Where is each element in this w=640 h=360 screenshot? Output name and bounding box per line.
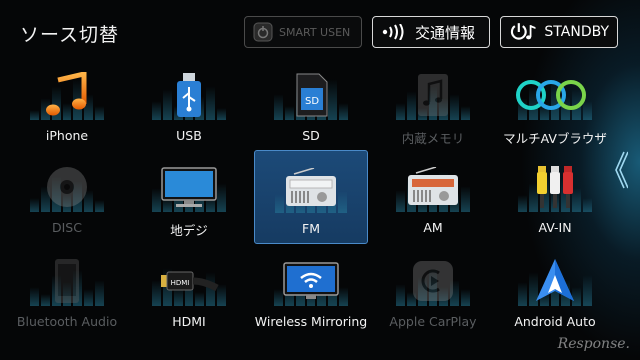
page-title: ソース切替 bbox=[20, 24, 120, 46]
source-label: Apple CarPlay bbox=[389, 314, 477, 329]
fm-radio-icon bbox=[271, 159, 351, 217]
source-internal-memory[interactable]: 内蔵メモリ bbox=[376, 62, 490, 152]
source-label: Android Auto bbox=[514, 314, 596, 329]
source-bluetooth-audio[interactable]: Bluetooth Audio bbox=[10, 248, 124, 338]
standby-button[interactable]: STANDBY bbox=[500, 16, 618, 48]
source-label: Bluetooth Audio bbox=[16, 314, 118, 329]
source-label: マルチAVブラウザ bbox=[503, 131, 607, 146]
source-av-in[interactable]: AV-IN bbox=[498, 154, 612, 244]
android-auto-icon bbox=[515, 252, 595, 310]
source-label: AM bbox=[423, 220, 443, 235]
standby-label: STANDBY bbox=[544, 24, 609, 40]
source-disc[interactable]: DISC bbox=[10, 154, 124, 244]
wireless-mirroring-icon bbox=[271, 252, 351, 310]
rca-cable-icon bbox=[515, 158, 595, 216]
source-am[interactable]: AM bbox=[376, 154, 490, 244]
tv-icon bbox=[149, 158, 229, 216]
smart-usen-icon bbox=[253, 22, 273, 42]
source-grid: iPhone USB SD SD 内蔵メモリ マルチAVブラウザ DISC 地デ… bbox=[10, 62, 610, 354]
signal-waves-icon bbox=[382, 24, 404, 40]
sd-card-icon: SD bbox=[271, 66, 351, 124]
watermark-logo: Response. bbox=[557, 336, 630, 352]
source-multi-av-browser[interactable]: マルチAVブラウザ bbox=[498, 62, 612, 152]
music-note-icon bbox=[27, 66, 107, 124]
usb-drive-icon bbox=[149, 66, 229, 124]
source-android-auto[interactable]: Android Auto bbox=[498, 248, 612, 338]
source-sd[interactable]: SD SD bbox=[254, 62, 368, 152]
source-label: SD bbox=[302, 128, 320, 143]
smart-usen-button[interactable]: SMART USEN bbox=[244, 16, 362, 48]
internal-memory-icon bbox=[393, 66, 473, 124]
source-label: USB bbox=[176, 128, 202, 143]
source-label: iPhone bbox=[45, 128, 89, 143]
traffic-info-button[interactable]: 交通情報 bbox=[372, 16, 490, 48]
source-label: 地デジ bbox=[170, 223, 208, 238]
source-hdmi[interactable]: HDMI HDMI bbox=[132, 248, 246, 338]
source-usb[interactable]: USB bbox=[132, 62, 246, 152]
svg-text:HDMI: HDMI bbox=[171, 279, 190, 287]
source-iphone[interactable]: iPhone bbox=[10, 62, 124, 152]
source-label: 内蔵メモリ bbox=[401, 131, 465, 146]
svg-text:SD: SD bbox=[305, 96, 319, 107]
multi-av-browser-icon bbox=[515, 66, 595, 124]
source-terrestrial-digital-tv[interactable]: 地デジ bbox=[132, 154, 246, 244]
carplay-icon bbox=[393, 252, 473, 310]
am-radio-icon bbox=[393, 158, 473, 216]
source-wireless-mirroring[interactable]: Wireless Mirroring bbox=[254, 248, 368, 338]
source-label: Wireless Mirroring bbox=[254, 314, 368, 329]
source-label: HDMI bbox=[172, 314, 206, 329]
bluetooth-phone-icon bbox=[27, 252, 107, 310]
source-apple-carplay[interactable]: Apple CarPlay bbox=[376, 248, 490, 338]
source-fm[interactable]: FM bbox=[254, 150, 368, 244]
chevron-left-icon[interactable] bbox=[612, 150, 628, 190]
disc-icon bbox=[27, 158, 107, 216]
source-label: DISC bbox=[52, 220, 82, 235]
hdmi-cable-icon: HDMI bbox=[149, 252, 229, 310]
traffic-info-label: 交通情報 bbox=[415, 23, 476, 42]
smart-usen-label: SMART USEN bbox=[279, 25, 351, 39]
source-label: FM bbox=[302, 221, 320, 236]
source-label: AV-IN bbox=[538, 220, 572, 235]
power-music-icon bbox=[510, 23, 536, 40]
